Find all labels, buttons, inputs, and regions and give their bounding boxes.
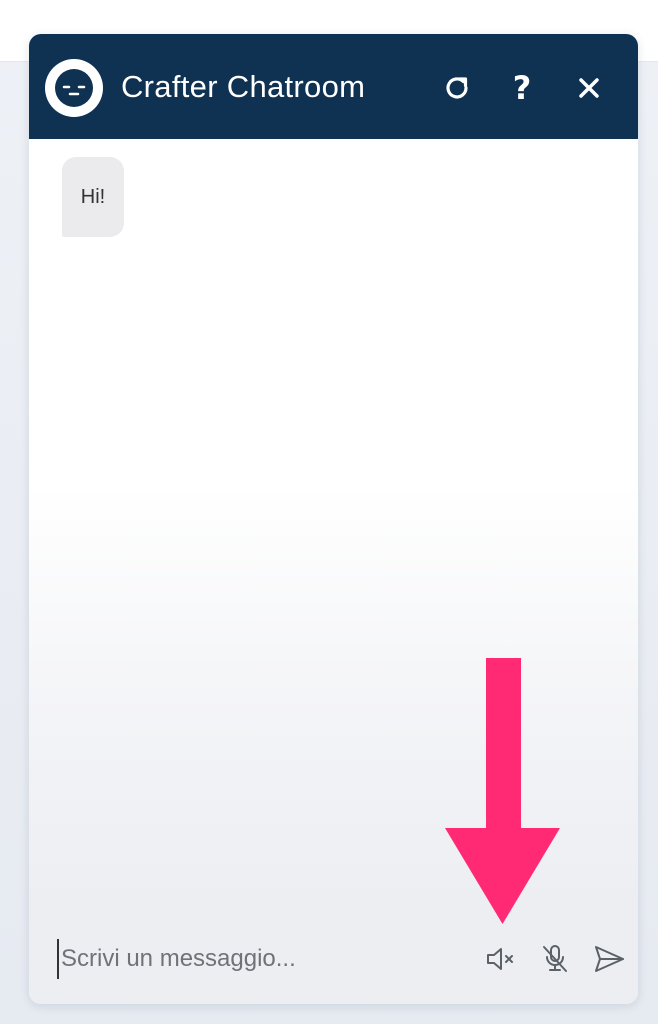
chat-title: Crafter Chatroom [121,69,366,104]
speaker-muted-icon [487,948,513,970]
down-arrow-icon [445,658,560,924]
refresh-icon [446,77,468,99]
send-button[interactable] [591,941,627,977]
bot-face-icon [45,59,103,117]
mute-button[interactable] [483,941,519,977]
close-button[interactable] [569,68,609,108]
microphone-button[interactable] [537,941,573,977]
close-icon [579,78,599,98]
bot-message-bubble: Hi! [62,157,124,237]
help-button[interactable]: ? [502,68,542,108]
refresh-button[interactable] [437,68,477,108]
microphone-off-icon [543,945,567,972]
message-input[interactable] [57,939,457,979]
send-icon [595,946,624,972]
chat-header: Crafter Chatroom ? [29,34,638,139]
help-icon: ? [512,69,532,107]
